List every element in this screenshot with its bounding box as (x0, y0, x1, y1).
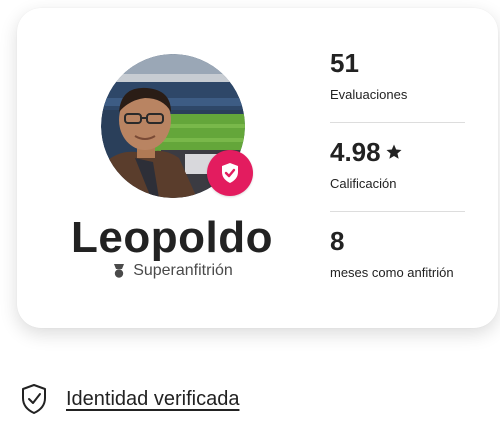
host-name: Leopoldo (71, 213, 273, 262)
stat-rating-label: Calificación (330, 176, 397, 191)
host-stats: 51 Evaluaciones 4.98 Calificación 8 mese… (330, 48, 465, 282)
stat-reviews-label: Evaluaciones (330, 87, 408, 102)
identity-verification: Identidad verificada (20, 383, 239, 415)
stat-hosting-months-value: 8 (330, 226, 345, 256)
host-role: Superanfitrión (17, 261, 329, 281)
host-role-label: Superanfitrión (133, 262, 233, 279)
verified-shield-check-icon (222, 163, 238, 183)
stat-rating: 4.98 Calificación (330, 137, 465, 193)
stat-hosting-months-label: meses como anfitrión (330, 265, 454, 280)
stat-hosting-months: 8 meses como anfitrión (330, 226, 465, 282)
host-card: Leopoldo Superanfitrión 51 Evaluaciones … (17, 8, 498, 328)
stat-rating-value-row: 4.98 (330, 137, 465, 167)
host-identity: Leopoldo Superanfitrión (17, 8, 307, 328)
shield-check-outline-icon (22, 384, 46, 414)
identity-verified-link[interactable]: Identidad verificada (66, 388, 239, 411)
verified-badge (207, 150, 253, 196)
divider (330, 122, 465, 123)
stat-rating-value: 4.98 (330, 137, 381, 167)
divider (330, 211, 465, 212)
host-profile-page: Leopoldo Superanfitrión 51 Evaluaciones … (0, 0, 500, 434)
superhost-medal-icon (114, 264, 125, 278)
stat-reviews: 51 Evaluaciones (330, 48, 465, 104)
star-icon (386, 144, 402, 159)
stat-reviews-value: 51 (330, 48, 359, 78)
